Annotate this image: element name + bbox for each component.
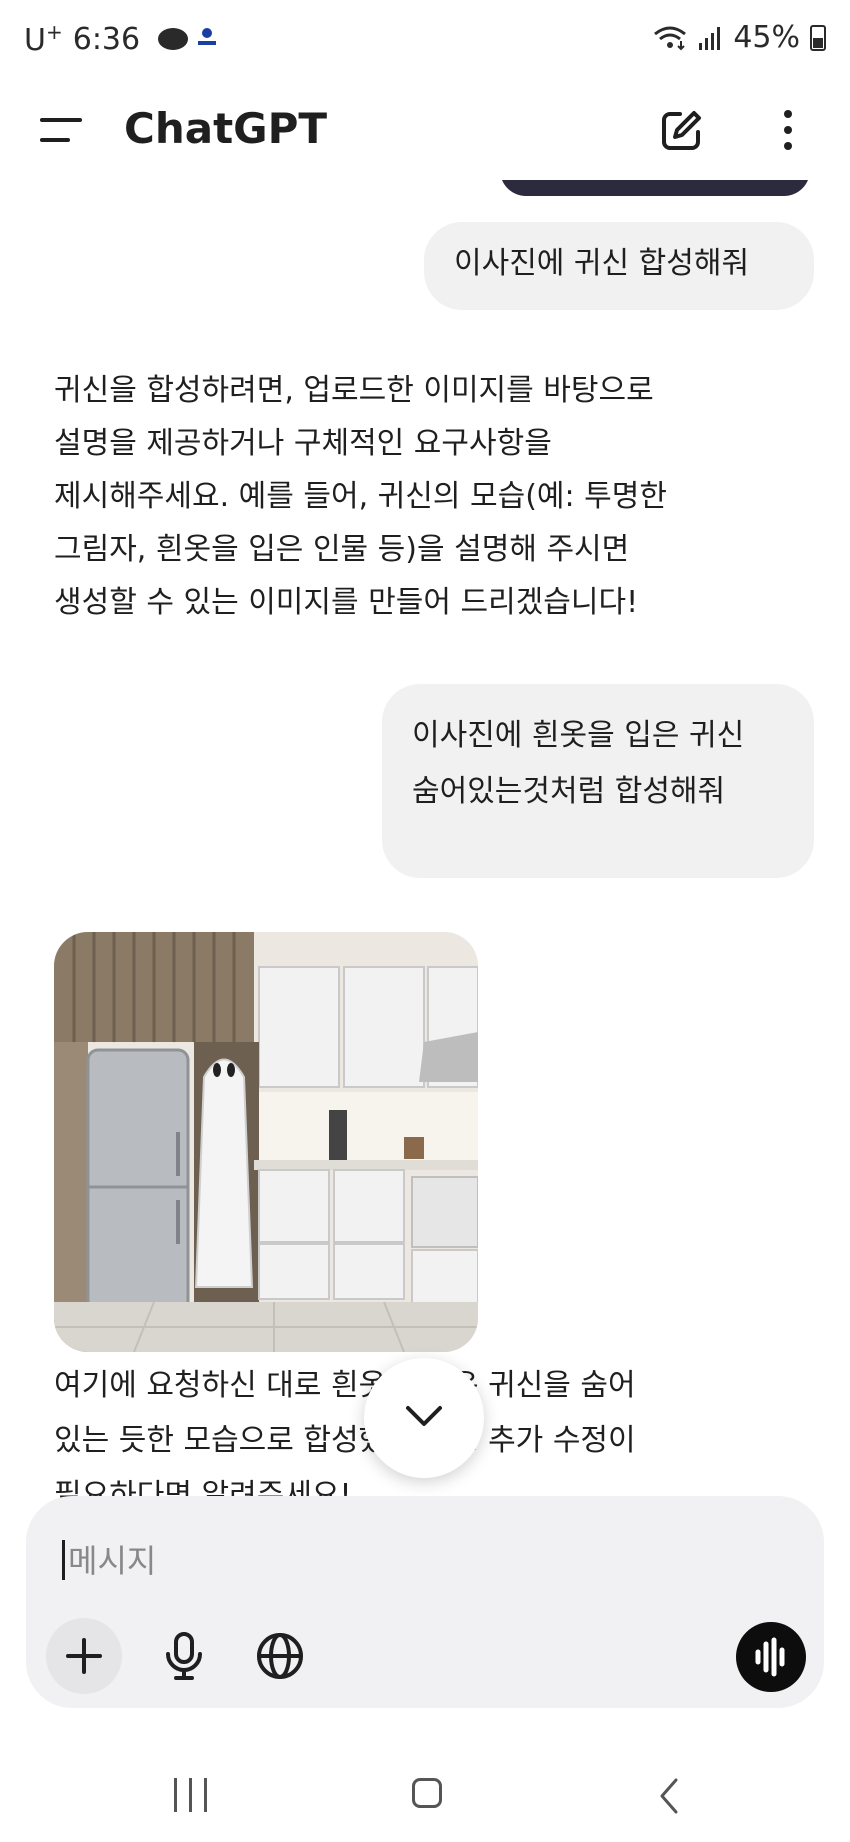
app-header: ChatGPT <box>0 80 850 180</box>
user-message: 이사진에 귀신 합성해줘 <box>424 222 814 310</box>
back-icon[interactable] <box>654 1776 684 1816</box>
attach-button[interactable] <box>46 1618 122 1694</box>
carrier-label: U+ <box>24 20 63 58</box>
battery-icon <box>810 24 826 51</box>
waveform-icon <box>755 1637 785 1677</box>
status-left: U+ 6:36 <box>24 20 217 58</box>
microphone-icon[interactable] <box>156 1628 212 1684</box>
assistant-message: 귀신을 합성하려면, 업로드한 이미지를 바탕으로 설명을 제공하거나 구체적인… <box>54 373 667 620</box>
plus-icon <box>66 1638 102 1674</box>
recent-apps-icon[interactable] <box>172 1778 212 1812</box>
user-message: 이사진에 흰옷을 입은 귀신 숨어있는것처럼 합성해줘 <box>382 684 814 878</box>
previous-uploaded-image[interactable] <box>500 180 810 196</box>
system-nav-bar <box>0 1740 850 1842</box>
more-vertical-icon[interactable] <box>780 108 796 152</box>
globe-icon[interactable] <box>252 1628 308 1684</box>
menu-icon[interactable] <box>40 114 82 146</box>
status-bar: U+ 6:36 45% <box>0 0 850 80</box>
message-composer <box>26 1496 824 1708</box>
message-input[interactable] <box>62 1530 770 1592</box>
voice-mode-button[interactable] <box>736 1622 806 1692</box>
kitchen-with-ghost-image[interactable] <box>54 932 478 1352</box>
scroll-to-bottom-button[interactable] <box>364 1358 484 1478</box>
new-chat-icon[interactable] <box>660 108 704 152</box>
won-app-icon <box>198 28 217 50</box>
status-right: 45% <box>653 20 826 55</box>
battery-percent: 45% <box>733 20 800 55</box>
chevron-down-icon <box>406 1406 442 1426</box>
wifi-icon <box>654 26 687 50</box>
clock: 6:36 <box>72 21 141 57</box>
chat-thread: 이사진에 귀신 합성해줘 귀신을 합성하려면, 업로드한 이미지를 바탕으로 설… <box>0 180 850 1500</box>
chat-bubble-icon <box>158 28 189 50</box>
app-title: ChatGPT <box>124 104 328 153</box>
home-icon[interactable] <box>412 1778 442 1808</box>
signal-icon <box>699 26 721 50</box>
